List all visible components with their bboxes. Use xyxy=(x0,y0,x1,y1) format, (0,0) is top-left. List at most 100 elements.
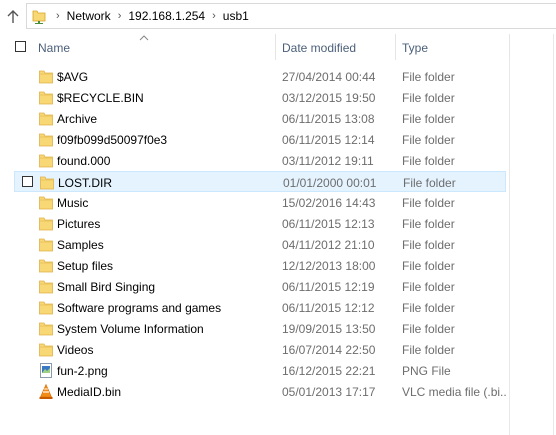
file-type: PNG File xyxy=(402,364,451,378)
folder-icon xyxy=(39,195,53,210)
file-type: File folder xyxy=(402,91,455,105)
file-row[interactable]: Archive 06/11/2015 13:08 File folder xyxy=(14,108,506,129)
file-type: File folder xyxy=(402,154,455,168)
file-date-modified: 05/01/2013 17:17 xyxy=(282,385,376,399)
file-date-modified: 16/07/2014 22:50 xyxy=(282,343,376,357)
folder-icon xyxy=(39,321,53,336)
column-header: Name Date modified Type xyxy=(0,34,556,60)
file-row[interactable]: MediaID.bin 05/01/2013 17:17 VLC media fil… xyxy=(14,381,506,402)
file-date-modified: 15/02/2016 14:43 xyxy=(282,196,376,210)
breadcrumb[interactable]: › Network › 192.168.1.254 › usb1 xyxy=(26,3,556,29)
breadcrumb-usb1[interactable]: usb1 xyxy=(223,9,249,23)
file-type: File folder xyxy=(402,343,455,357)
folder-icon xyxy=(39,111,53,126)
folder-icon xyxy=(39,300,53,315)
file-date-modified: 04/11/2012 21:10 xyxy=(282,238,375,252)
file-type: File folder xyxy=(402,238,455,252)
breadcrumb-separator-icon: › xyxy=(56,10,60,22)
folder-icon xyxy=(39,132,53,147)
file-date-modified: 06/11/2015 12:14 xyxy=(282,133,375,147)
file-row[interactable]: Pictures 06/11/2015 12:13 File folder xyxy=(14,213,506,234)
address-bar: › Network › 192.168.1.254 › usb1 xyxy=(0,0,556,34)
breadcrumb-separator-icon: › xyxy=(117,10,122,22)
file-date-modified: 06/11/2015 12:12 xyxy=(282,301,375,315)
file-date-modified: 12/12/2013 18:00 xyxy=(282,259,376,273)
file-type: File folder xyxy=(402,259,455,273)
folder-icon xyxy=(39,90,53,105)
sort-ascending-icon xyxy=(139,35,149,41)
folder-icon xyxy=(39,216,53,231)
file-row[interactable]: f09fb099d50097f0e3 06/11/2015 12:14 File f… xyxy=(14,129,506,150)
file-name[interactable]: Pictures xyxy=(57,217,100,231)
file-type: File folder xyxy=(403,176,456,190)
file-row[interactable]: Small Bird Singing 06/11/2015 12:19 File f… xyxy=(14,276,506,297)
folder-icon xyxy=(39,342,53,357)
file-date-modified: 03/12/2015 19:50 xyxy=(282,91,376,105)
vlc-icon xyxy=(39,383,53,399)
breadcrumb-ip[interactable]: 192.168.1.254 xyxy=(128,9,205,23)
column-type[interactable]: Type xyxy=(402,41,428,55)
column-divider[interactable] xyxy=(509,34,510,60)
file-row[interactable]: found.000 03/11/2012 19:11 File folder xyxy=(14,150,506,171)
file-name[interactable]: Archive xyxy=(57,112,97,126)
window-edge xyxy=(553,34,554,435)
file-name[interactable]: f09fb099d50097f0e3 xyxy=(57,133,167,147)
png-file-icon xyxy=(39,363,53,378)
file-row[interactable]: Videos 16/07/2014 22:50 File folder xyxy=(14,339,506,360)
file-name[interactable]: Small Bird Singing xyxy=(57,280,155,294)
file-type: File folder xyxy=(402,196,455,210)
file-row[interactable]: System Volume Information 19/09/2015 13:5… xyxy=(14,318,506,339)
column-divider[interactable] xyxy=(275,34,276,60)
file-name[interactable]: Videos xyxy=(57,343,93,357)
file-row[interactable]: LOST.DIR 01/01/2000 00:01 File folder xyxy=(14,171,506,192)
file-type: File folder xyxy=(402,112,455,126)
file-date-modified: 19/09/2015 13:50 xyxy=(282,322,376,336)
breadcrumb-separator-icon: › xyxy=(212,10,216,22)
folder-icon xyxy=(40,175,54,190)
file-date-modified: 06/11/2015 12:19 xyxy=(282,280,375,294)
file-date-modified: 06/11/2015 13:08 xyxy=(282,112,375,126)
row-checkbox[interactable] xyxy=(22,176,33,187)
file-type: File folder xyxy=(402,301,455,315)
file-type: VLC media file (.bi... xyxy=(402,385,506,399)
column-name[interactable]: Name xyxy=(38,41,70,55)
folder-icon xyxy=(39,237,53,252)
file-row[interactable]: Setup files 12/12/2013 18:00 File folder xyxy=(14,255,506,276)
folder-icon xyxy=(39,69,53,84)
column-divider[interactable] xyxy=(395,34,396,60)
up-arrow-icon xyxy=(7,10,19,23)
column-edge xyxy=(509,60,510,435)
file-name[interactable]: LOST.DIR xyxy=(58,176,112,190)
file-row[interactable]: fun-2.png 16/12/2015 22:21 PNG File xyxy=(14,360,506,381)
file-name[interactable]: Setup files xyxy=(57,259,113,273)
file-type: File folder xyxy=(402,70,455,84)
folder-icon xyxy=(39,258,53,273)
select-all-checkbox[interactable] xyxy=(15,41,26,52)
file-row[interactable]: $AVG 27/04/2014 00:44 File folder xyxy=(14,66,506,87)
file-row[interactable]: Samples 04/11/2012 21:10 File folder xyxy=(14,234,506,255)
column-date-modified[interactable]: Date modified xyxy=(282,41,356,55)
file-row[interactable]: $RECYCLE.BIN 03/12/2015 19:50 File folder xyxy=(14,87,506,108)
file-name[interactable]: MediaID.bin xyxy=(57,385,121,399)
folder-icon xyxy=(39,153,53,168)
breadcrumb-network[interactable]: Network xyxy=(67,9,111,23)
file-name[interactable]: Software programs and games xyxy=(57,301,221,315)
file-type: File folder xyxy=(402,280,455,294)
file-name[interactable]: $AVG xyxy=(57,70,88,84)
file-name[interactable]: found.000 xyxy=(57,154,110,168)
file-row[interactable]: Music 15/02/2016 14:43 File folder xyxy=(14,192,506,213)
file-type: File folder xyxy=(402,133,455,147)
file-name[interactable]: System Volume Information xyxy=(57,322,204,336)
file-name[interactable]: Music xyxy=(57,196,88,210)
file-name[interactable]: Samples xyxy=(57,238,104,252)
file-type: File folder xyxy=(402,217,455,231)
file-date-modified: 16/12/2015 22:21 xyxy=(282,364,376,378)
file-date-modified: 01/01/2000 00:01 xyxy=(283,176,377,190)
file-name[interactable]: $RECYCLE.BIN xyxy=(57,91,144,105)
network-drive-icon xyxy=(31,7,49,25)
folder-icon xyxy=(39,279,53,294)
file-date-modified: 27/04/2014 00:44 xyxy=(282,70,376,84)
file-row[interactable]: Software programs and games 06/11/2015 12… xyxy=(14,297,506,318)
up-arrow-button[interactable] xyxy=(4,8,22,26)
file-name[interactable]: fun-2.png xyxy=(57,364,108,378)
